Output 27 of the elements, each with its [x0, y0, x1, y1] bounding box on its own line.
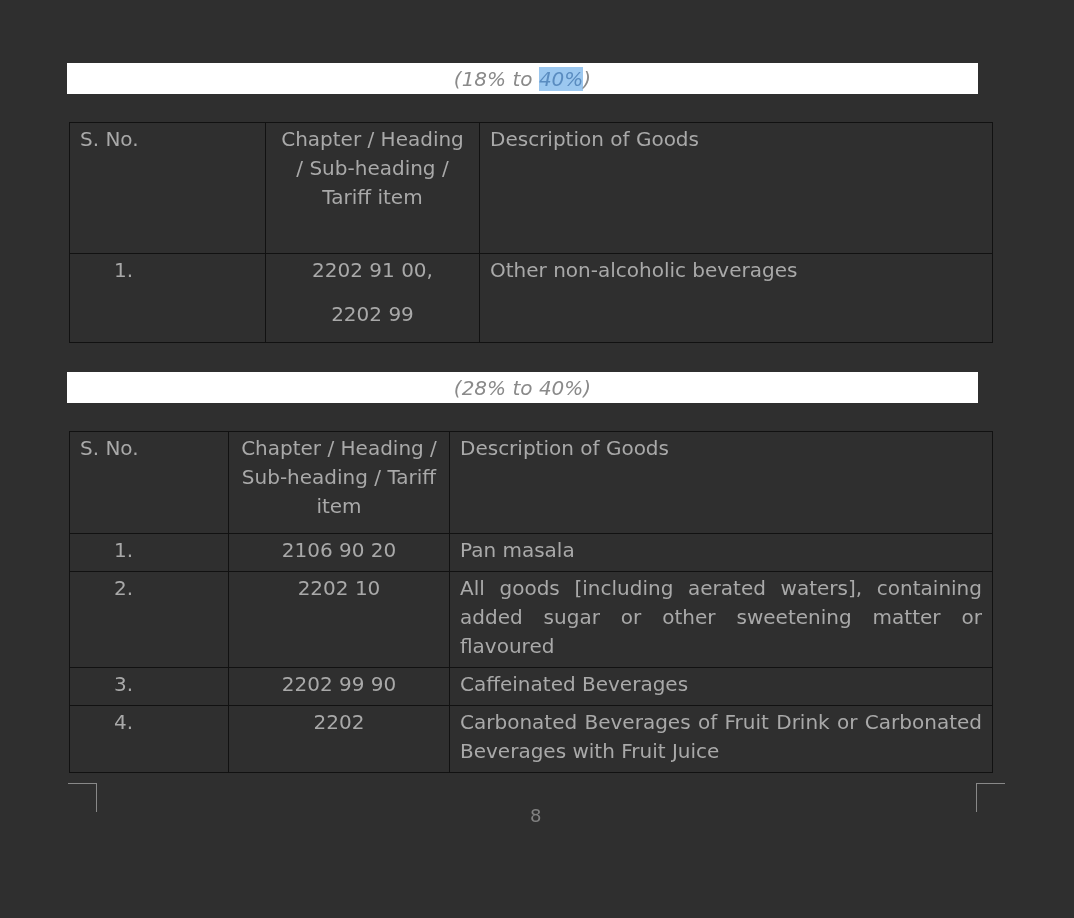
tariff-code: 2202 10 — [296, 575, 382, 602]
corner-mark — [976, 783, 1005, 812]
serial-number: 3. — [114, 672, 134, 696]
serial-number: 2. — [114, 576, 134, 600]
goods-description: Carbonated Beverages of Fruit Drink or Carbonated Beverages with Fruit Juice — [460, 709, 982, 765]
column-header: S. No. — [80, 436, 139, 460]
goods-description: Other non-alcoholic beverages — [490, 257, 799, 284]
goods-description: All goods [including aerated waters], containing added sugar or other sweetening matter or flavoured — [460, 575, 982, 660]
goods-description: Caffeinated Beverages — [460, 671, 690, 698]
serial-number: 1. — [114, 258, 134, 282]
tariff-code: 2202 99 90 — [280, 671, 398, 698]
column-header: Description of Goods — [490, 127, 699, 151]
goods-description: Pan masala — [460, 537, 576, 564]
tariff-code: 2202 91 00, — [311, 257, 434, 284]
column-header: S. No. — [80, 127, 139, 151]
serial-number: 1. — [114, 538, 134, 562]
tariff-code: 2106 90 20 — [280, 537, 398, 564]
page-number: 8 — [530, 805, 542, 826]
rate-caption: (28% to 40%) — [453, 375, 592, 400]
tariff-code: 2202 — [312, 709, 366, 736]
column-header: Chapter / Heading / Sub-heading / Tariff item — [241, 436, 437, 518]
column-header: Description of Goods — [460, 436, 669, 460]
column-header: Chapter / Heading / Sub-heading / Tariff item — [281, 127, 464, 209]
serial-number: 4. — [114, 710, 134, 734]
tariff-code: 2202 99 — [330, 301, 415, 328]
corner-mark — [68, 783, 97, 812]
rate-caption: (18% to 40%) — [453, 66, 592, 91]
